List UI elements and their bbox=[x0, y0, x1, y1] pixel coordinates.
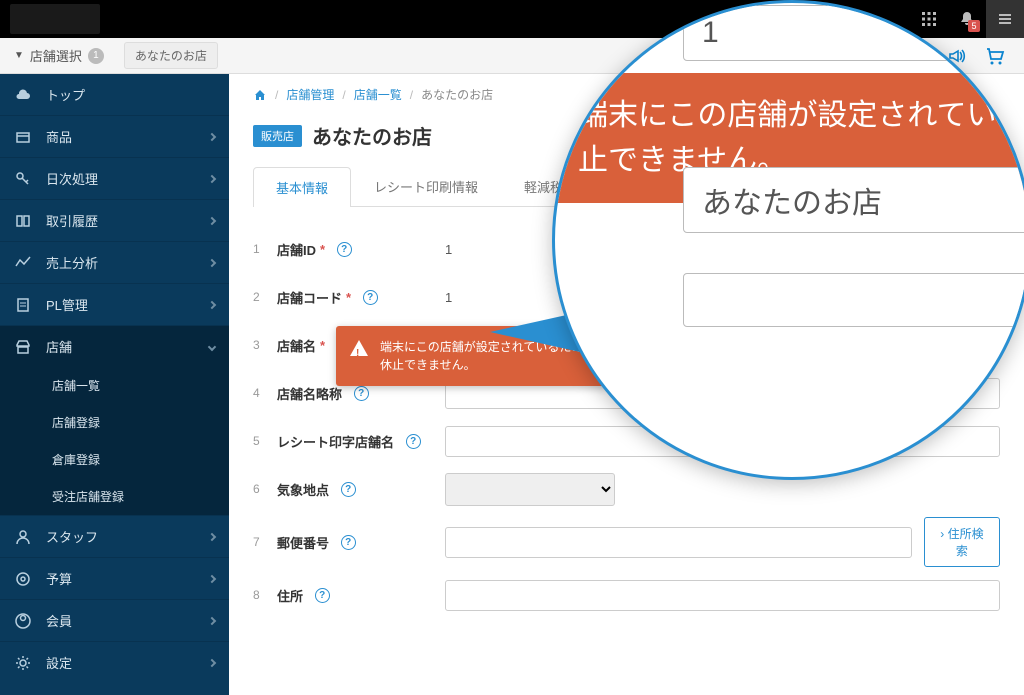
field-label: 店舗名 bbox=[277, 336, 316, 355]
field-value: 1 bbox=[437, 290, 1000, 305]
sidebar-label: 予算 bbox=[46, 569, 72, 588]
sidebar-item-sales[interactable]: 売上分析 bbox=[0, 242, 229, 283]
form-row-receipt-name: 5 レシート印字店舗名 ? bbox=[253, 417, 1000, 465]
sidebar-label: 取引履歴 bbox=[46, 211, 98, 230]
chart-icon bbox=[14, 254, 32, 272]
error-toast: 端末にこの店舗が設定されているため、休止できません。 bbox=[336, 326, 610, 386]
zip-input[interactable] bbox=[445, 527, 912, 558]
form-row-weather: 6 気象地点 ? bbox=[253, 465, 1000, 513]
breadcrumb-link[interactable]: 店舗管理 bbox=[286, 86, 334, 103]
sidebar-item-settings[interactable]: 設定 bbox=[0, 642, 229, 683]
address-input[interactable] bbox=[445, 580, 1000, 611]
sidebar-item-top[interactable]: トップ bbox=[0, 74, 229, 115]
field-label: レシート印字店舗名 bbox=[277, 432, 394, 451]
store-icon bbox=[14, 338, 32, 356]
tabs: 基本情報 レシート印刷情報 軽減税率 端末 bbox=[253, 166, 1000, 207]
sidebar-label: 日次処理 bbox=[46, 169, 98, 188]
home-icon[interactable] bbox=[253, 88, 267, 102]
page-title-row: 販売店 あなたのお店 bbox=[229, 115, 1024, 166]
field-value: 1 bbox=[437, 242, 1000, 257]
help-icon[interactable]: ? bbox=[337, 242, 352, 257]
sidebar-label: 店舗 bbox=[46, 337, 72, 356]
breadcrumb-current: あなたのお店 bbox=[421, 86, 493, 103]
sidebar-label: PL管理 bbox=[46, 295, 88, 314]
sidebar-item-history[interactable]: 取引履歴 bbox=[0, 200, 229, 241]
sidebar-item-products[interactable]: 商品 bbox=[0, 116, 229, 157]
sidebar-item-member[interactable]: 会員 bbox=[0, 600, 229, 641]
help-icon[interactable]: ? bbox=[363, 290, 378, 305]
field-label: 郵便番号 bbox=[277, 533, 329, 552]
apps-icon[interactable] bbox=[910, 0, 948, 38]
store-chip[interactable]: あなたのお店 bbox=[124, 42, 218, 69]
form-row-store-id: 1 店舗ID* ? 1 bbox=[253, 225, 1000, 273]
sidebar-sub-order-store[interactable]: 受注店舗登録 bbox=[0, 478, 229, 515]
field-label: 店舗ID bbox=[277, 240, 316, 259]
store-type-tag: 販売店 bbox=[253, 125, 302, 147]
form: 1 店舗ID* ? 1 2 店舗コード* ? 1 3 店舗名* ? あなたのお店… bbox=[229, 207, 1024, 637]
breadcrumb: / 店舗管理 / 店舗一覧 / あなたのお店 bbox=[229, 74, 1024, 115]
weather-select[interactable] bbox=[445, 473, 615, 506]
field-label: 気象地点 bbox=[277, 480, 329, 499]
sidebar-label: 商品 bbox=[46, 127, 72, 146]
announce-icon[interactable] bbox=[946, 46, 966, 66]
store-select-dropdown[interactable]: ▼ 店舗選択 1 bbox=[14, 46, 104, 65]
user-icon bbox=[14, 528, 32, 546]
help-icon[interactable]: ? bbox=[341, 482, 356, 497]
bell-icon[interactable]: 5 bbox=[948, 0, 986, 38]
sidebar-sub-warehouse[interactable]: 倉庫登録 bbox=[0, 441, 229, 478]
topbar: 5 bbox=[0, 0, 1024, 38]
field-label: 店舗名略称 bbox=[277, 384, 342, 403]
sidebar-sub-store-list[interactable]: 店舗一覧 bbox=[0, 367, 229, 404]
sidebar-label: 売上分析 bbox=[46, 253, 98, 272]
address-search-button[interactable]: › 住所検索 bbox=[924, 517, 1000, 567]
target-icon bbox=[14, 570, 32, 588]
logo bbox=[10, 4, 100, 34]
sidebar-item-stores[interactable]: 店舗 bbox=[0, 326, 229, 367]
field-label: 住所 bbox=[277, 586, 303, 605]
help-icon[interactable]: ? bbox=[341, 535, 356, 550]
page-title: あなたのお店 bbox=[312, 121, 432, 150]
key-icon bbox=[14, 170, 32, 188]
cloud-icon bbox=[14, 86, 32, 104]
help-icon[interactable]: ? bbox=[315, 588, 330, 603]
box-icon bbox=[14, 128, 32, 146]
notification-badge: 5 bbox=[968, 20, 980, 32]
tab-receipt[interactable]: レシート印刷情報 bbox=[351, 166, 501, 206]
receipt-name-input[interactable] bbox=[445, 426, 1000, 457]
sidebar-item-daily[interactable]: 日次処理 bbox=[0, 158, 229, 199]
tab-terminal[interactable]: 端末 bbox=[599, 166, 671, 206]
sidebar-label: 設定 bbox=[46, 653, 72, 672]
sidebar: トップ 商品 日次処理 取引履歴 売上分析 PL管理 bbox=[0, 74, 229, 695]
form-row-address: 8 住所 ? bbox=[253, 571, 1000, 619]
sidebar-sub-store-register[interactable]: 店舗登録 bbox=[0, 404, 229, 441]
help-icon[interactable]: ? bbox=[406, 434, 421, 449]
store-select-row: ▼ 店舗選択 1 あなたのお店 bbox=[0, 38, 1024, 74]
book-icon bbox=[14, 212, 32, 230]
gear-icon bbox=[14, 654, 32, 672]
toast-message: 端末にこの店舗が設定されているため、休止できません。 bbox=[380, 340, 595, 372]
doc-icon bbox=[14, 296, 32, 314]
help-icon[interactable]: ? bbox=[354, 386, 369, 401]
sidebar-item-pl[interactable]: PL管理 bbox=[0, 284, 229, 325]
member-icon bbox=[14, 612, 32, 630]
sidebar-item-staff[interactable]: スタッフ bbox=[0, 516, 229, 557]
tab-basic[interactable]: 基本情報 bbox=[253, 167, 351, 207]
sidebar-label: 会員 bbox=[46, 611, 72, 630]
hamburger-icon[interactable] bbox=[986, 0, 1024, 38]
sidebar-item-budget[interactable]: 予算 bbox=[0, 558, 229, 599]
store-count-badge: 1 bbox=[88, 48, 104, 64]
form-row-store-code: 2 店舗コード* ? 1 bbox=[253, 273, 1000, 321]
field-label: 店舗コード bbox=[277, 288, 342, 307]
sidebar-label: トップ bbox=[46, 85, 85, 104]
store-select-label: 店舗選択 bbox=[30, 46, 82, 65]
tab-tax[interactable]: 軽減税率 bbox=[501, 166, 599, 206]
breadcrumb-link[interactable]: 店舗一覧 bbox=[354, 86, 402, 103]
form-row-zip: 7 郵便番号 ? › 住所検索 bbox=[253, 513, 1000, 571]
cart-icon[interactable] bbox=[984, 45, 1006, 67]
sidebar-label: スタッフ bbox=[46, 527, 98, 546]
